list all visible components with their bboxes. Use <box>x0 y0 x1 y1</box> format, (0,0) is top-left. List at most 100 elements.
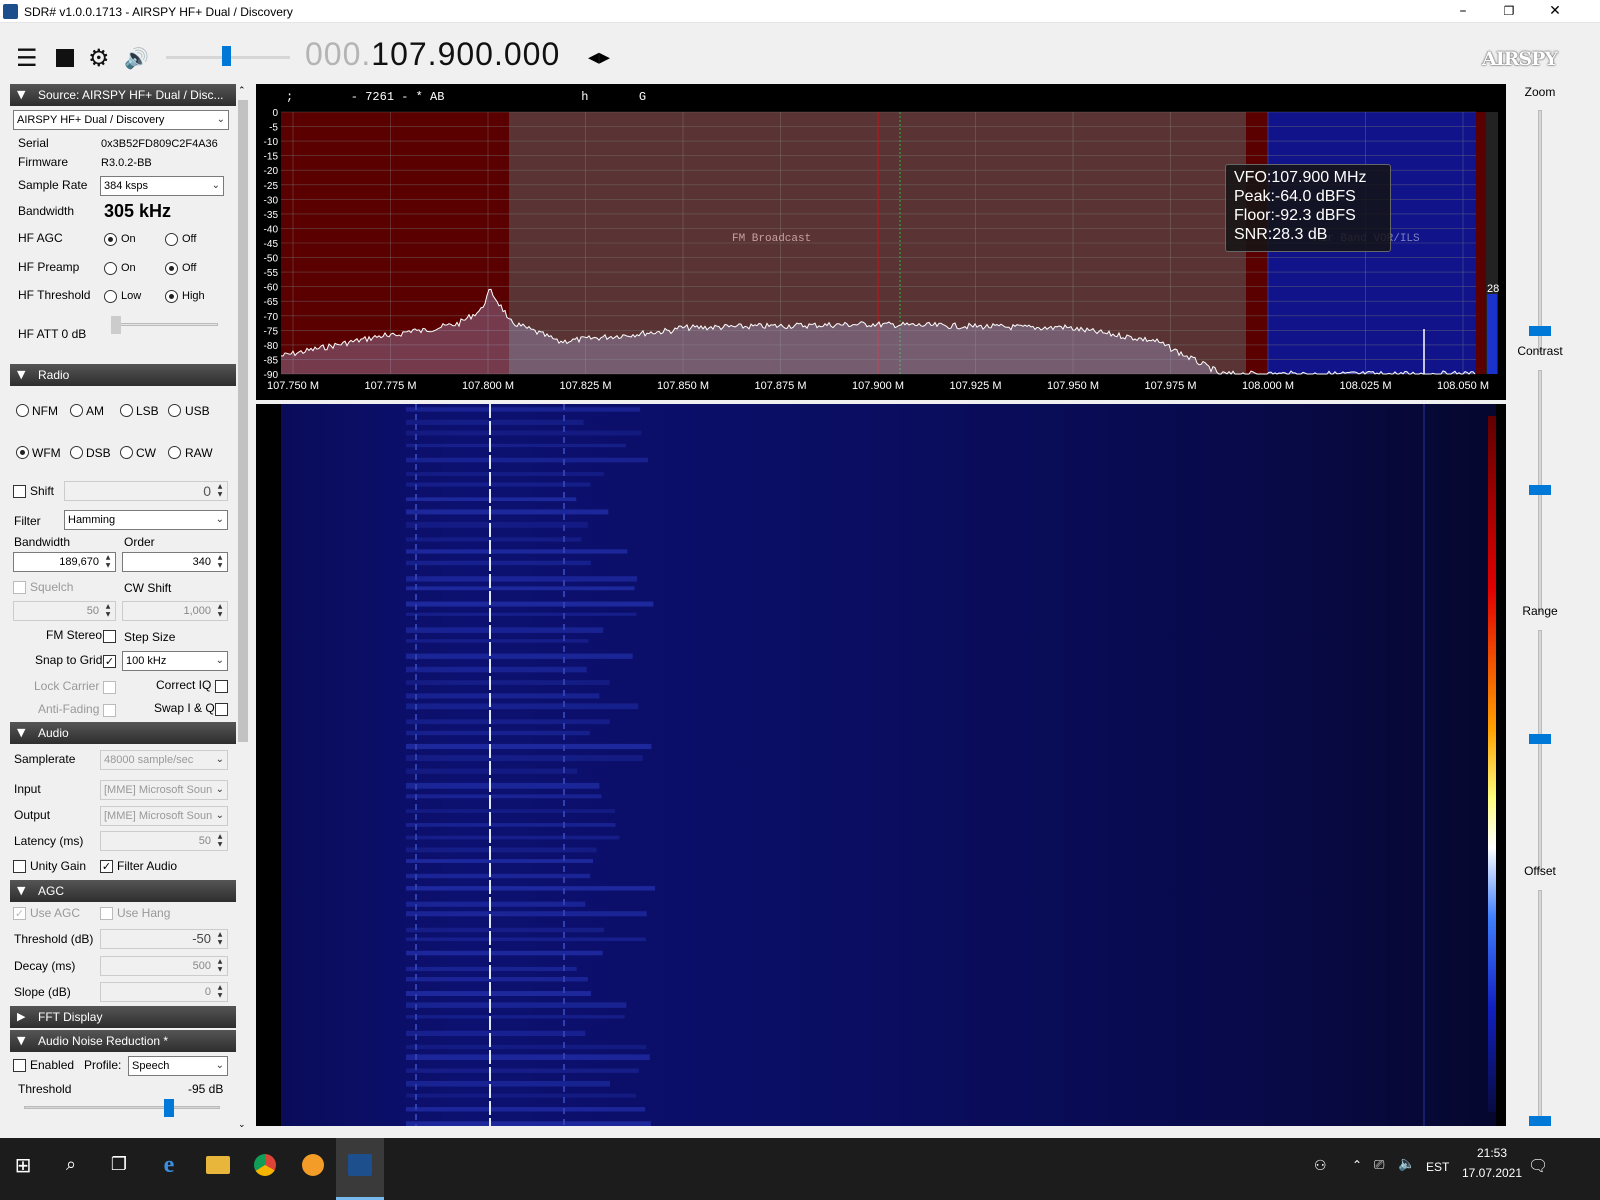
frequency-display[interactable]: 000.107.900.000 <box>305 36 560 73</box>
input-language[interactable]: EST <box>1426 1160 1449 1174</box>
mode-wfm-radio[interactable] <box>16 446 29 459</box>
search-icon[interactable]: ⌕ <box>56 1150 86 1180</box>
left-panel-scrollbar[interactable]: ⌃ ⌄ <box>236 84 250 1132</box>
mode-cw-radio[interactable] <box>120 446 133 459</box>
use-hang-checkbox[interactable] <box>100 907 113 920</box>
volume-slider[interactable] <box>222 46 231 66</box>
mode-dsb-radio[interactable] <box>70 446 83 459</box>
menu-icon[interactable]: ☰ <box>16 46 38 70</box>
task-view-icon[interactable]: ❐ <box>104 1150 134 1180</box>
anr-enabled-checkbox[interactable] <box>13 1059 26 1072</box>
range-slider[interactable] <box>1529 734 1551 744</box>
mode-am-radio[interactable] <box>70 404 83 417</box>
radio-section-header[interactable]: ▼ Radio <box>10 364 236 386</box>
zoom-label: Zoom <box>1524 85 1556 99</box>
tune-arrows-icon[interactable]: ◂▸ <box>588 45 610 70</box>
chrome-icon[interactable] <box>254 1154 276 1176</box>
filter-bandwidth-input[interactable]: 189,670 ▲ ▼ <box>13 552 116 572</box>
waterfall-band <box>406 794 602 799</box>
unity-gain-checkbox[interactable] <box>13 860 26 873</box>
scroll-up-icon[interactable]: ⌃ <box>238 86 246 96</box>
close-button[interactable]: ✕ <box>1532 0 1578 23</box>
people-icon[interactable]: ⚇ <box>1314 1158 1327 1174</box>
mode-raw-radio[interactable] <box>168 446 181 459</box>
agc-threshold-label: Threshold (dB) <box>14 932 94 946</box>
speaker-icon[interactable]: 🔊 <box>124 46 149 70</box>
cw-shift-input[interactable]: 1,000 ▲ ▼ <box>122 601 228 621</box>
fft-display-section-header[interactable]: ▶ FFT Display <box>10 1006 236 1028</box>
hf-att-label: HF ATT 0 dB <box>18 327 87 341</box>
shift-checkbox[interactable] <box>13 485 26 498</box>
slope-input[interactable]: 0 ▲ ▼ <box>100 982 228 1002</box>
offset-slider[interactable] <box>1529 1116 1551 1126</box>
edge-browser-icon[interactable]: e <box>154 1150 184 1180</box>
sample-rate-select[interactable]: 384 ksps ⌄ <box>100 176 224 196</box>
tray-expand-icon[interactable]: ⌃ <box>1352 1158 1362 1172</box>
lock-carrier-checkbox[interactable] <box>103 681 116 694</box>
step-size-select[interactable]: 100 kHz ⌄ <box>122 651 228 671</box>
audio-samplerate-select[interactable]: 48000 sample/sec ⌄ <box>100 750 228 770</box>
fm-stereo-checkbox[interactable] <box>103 630 116 643</box>
hf-agc-off-radio[interactable] <box>165 233 178 246</box>
minimize-button[interactable]: – <box>1440 0 1486 23</box>
squelch-checkbox[interactable] <box>13 581 26 594</box>
latency-input[interactable]: 50 ▲ ▼ <box>100 831 228 851</box>
latency-value: 50 <box>198 835 211 847</box>
hf-preamp-off-radio[interactable] <box>165 262 178 275</box>
filter-audio-checkbox[interactable]: ✓ <box>100 860 113 873</box>
hf-agc-on-radio[interactable] <box>104 233 117 246</box>
mode-usb-radio[interactable] <box>168 404 181 417</box>
spinner-arrows-icon: ▲ ▼ <box>217 958 223 973</box>
device-select[interactable]: AIRSPY HF+ Dual / Discovery ⌄ <box>13 110 229 130</box>
volume-tray-icon[interactable]: 🔈 <box>1398 1156 1415 1172</box>
clock-date[interactable]: 17.07.2021 <box>1456 1166 1528 1180</box>
scrollbar-thumb[interactable] <box>238 100 248 742</box>
mode-nfm-radio[interactable] <box>16 404 29 417</box>
latency-label: Latency (ms) <box>14 834 84 848</box>
use-agc-checkbox[interactable]: ✓ <box>13 907 26 920</box>
network-icon[interactable]: ⎚ <box>1374 1158 1384 1173</box>
shift-input[interactable]: 0 ▲ ▼ <box>64 481 228 501</box>
anti-fading-checkbox[interactable] <box>103 704 116 717</box>
snap-to-grid-checkbox[interactable]: ✓ <box>103 655 116 668</box>
swap-iq-checkbox[interactable] <box>215 703 228 716</box>
audio-output-select[interactable]: [MME] Microsoft Soun ⌄ <box>100 806 228 826</box>
source-section-header[interactable]: ▼ Source: AIRSPY HF+ Dual / Disc... <box>10 84 236 106</box>
notifications-icon[interactable]: 🗨 <box>1528 1156 1548 1175</box>
agc-threshold-input[interactable]: -50 ▲ ▼ <box>100 929 228 949</box>
radio-header-label: Radio <box>38 368 70 382</box>
scroll-down-icon[interactable]: ⌄ <box>238 1120 246 1130</box>
hf-threshold-low-radio[interactable] <box>104 290 117 303</box>
hf-att-slider[interactable] <box>111 316 121 334</box>
contrast-label: Contrast <box>1517 344 1563 358</box>
frequency-label: 107.900 M <box>852 380 904 392</box>
waterfall-band <box>406 703 639 710</box>
waterfall-band <box>406 430 642 436</box>
zoom-slider[interactable] <box>1529 326 1551 336</box>
gear-icon[interactable]: ⚙ <box>88 46 110 70</box>
waterfall-band <box>406 443 626 448</box>
clock-time[interactable]: 21:53 <box>1470 1146 1514 1160</box>
filter-order-input[interactable]: 340 ▲ ▼ <box>122 552 228 572</box>
windows-start-icon[interactable]: ⊞ <box>8 1150 38 1180</box>
hf-preamp-on-radio[interactable] <box>104 262 117 275</box>
stop-icon[interactable] <box>56 49 74 67</box>
waterfall-display[interactable] <box>256 404 1506 1126</box>
hf-threshold-high-radio[interactable] <box>165 290 178 303</box>
correct-iq-checkbox[interactable] <box>215 680 228 693</box>
decay-input[interactable]: 500 ▲ ▼ <box>100 956 228 976</box>
orange-app-icon[interactable] <box>302 1154 324 1176</box>
audio-section-header[interactable]: ▼ Audio <box>10 722 236 744</box>
filter-select[interactable]: Hamming ⌄ <box>64 510 228 530</box>
maximize-button[interactable]: ❐ <box>1486 0 1532 23</box>
agc-section-header[interactable]: ▼ AGC <box>10 880 236 902</box>
anr-section-header[interactable]: ▼ Audio Noise Reduction * <box>10 1030 236 1052</box>
mode-lsb-radio[interactable] <box>120 404 133 417</box>
contrast-slider[interactable] <box>1529 485 1551 495</box>
audio-input-select[interactable]: [MME] Microsoft Soun ⌄ <box>100 780 228 800</box>
anr-threshold-slider[interactable] <box>164 1099 174 1117</box>
file-explorer-icon[interactable] <box>206 1156 230 1174</box>
anr-profile-select[interactable]: Speech ⌄ <box>128 1056 228 1076</box>
frequency-value: 107.900.000 <box>371 36 561 72</box>
squelch-input[interactable]: 50 ▲ ▼ <box>13 601 116 621</box>
